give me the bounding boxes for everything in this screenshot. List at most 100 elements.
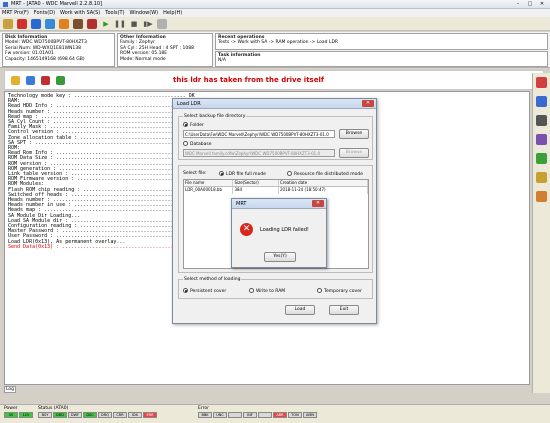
play-icon[interactable]: ▶	[101, 19, 111, 29]
col-file-name[interactable]: File name	[184, 180, 234, 186]
load-ldr-title: Load LDR	[177, 101, 201, 107]
tool-icon-r6[interactable]	[536, 172, 547, 183]
undo-icon[interactable]	[536, 77, 547, 88]
maximize-button[interactable]: □	[524, 1, 536, 7]
status-dsc: DSC	[83, 412, 97, 418]
tool-icon-5[interactable]	[59, 18, 69, 29]
status-crr: CRR	[113, 412, 127, 418]
menu-tools[interactable]: Tools(T)	[105, 10, 124, 16]
load-ldr-titlebar: Load LDR ✕	[173, 99, 376, 109]
tool-icon-r4[interactable]	[536, 134, 547, 145]
database-radio[interactable]	[183, 141, 188, 146]
backup-group-title: Select backup file directory	[183, 114, 247, 119]
log-tool-icon-2[interactable]	[26, 75, 35, 85]
annotation-strip: this ldr has taken from the drive itself	[4, 70, 544, 90]
browse-database-button: Browse	[339, 148, 369, 158]
status-idx: IDX	[128, 412, 142, 418]
temporary-cover-option[interactable]: Temporary cover	[317, 288, 362, 294]
browse-folder-button[interactable]: Browse	[339, 129, 369, 139]
method-group-title: Select method of loading	[183, 277, 242, 282]
minimize-button[interactable]: –	[512, 1, 524, 7]
resource-mode-option[interactable]: Resource file distributed mode	[287, 171, 363, 177]
task-info-panel: Task information N/A	[215, 51, 548, 67]
status-bsy: BSY	[38, 412, 52, 418]
select-file-label: Select file:	[183, 171, 207, 176]
resource-mode-radio[interactable]	[287, 171, 292, 176]
folder-radio[interactable]	[183, 122, 188, 127]
menu-help[interactable]: Help(H)	[163, 10, 182, 16]
error-abr: ABR	[273, 412, 287, 418]
load-ldr-close-button[interactable]: ✕	[362, 100, 374, 107]
error-amn: AMN	[303, 412, 317, 418]
app-icon	[3, 1, 8, 7]
error-unc: UNC	[213, 412, 227, 418]
status-drd: DRD	[53, 412, 67, 418]
folder-path-field[interactable]: C:\UserData\Fw\WDC Marvell\Zephyr\WDC WD…	[183, 130, 335, 138]
toolbar: ▶ ❚❚ ■ ▮▶	[0, 17, 550, 31]
persistent-cover-radio[interactable]	[183, 288, 188, 293]
tool-icon-6[interactable]	[73, 18, 83, 29]
recent-ops-panel: Recent operations Tests -> Work with SA …	[215, 33, 548, 50]
load-button[interactable]: Load	[285, 305, 315, 315]
skip-icon[interactable]: ▮▶	[143, 19, 153, 29]
log-tool-icon-3[interactable]	[41, 75, 50, 85]
status-dwf: DWF	[68, 412, 82, 418]
file-size-cell: 384	[233, 187, 279, 194]
write-ram-option[interactable]: Write to RAM	[249, 288, 285, 294]
table-row[interactable]: LDR_00A00018.bb 384 2018-11-24 (18:50:47…	[184, 187, 368, 194]
pause-icon[interactable]: ❚❚	[114, 19, 126, 29]
recent-ops-line: Tests -> Work with SA -> RAM operation -…	[218, 40, 339, 45]
error-inf: INF	[243, 412, 257, 418]
close-button[interactable]: ✕	[536, 1, 548, 7]
annotation-text: this ldr has taken from the drive itself	[173, 76, 324, 84]
col-size[interactable]: Size(Sector)	[233, 180, 279, 186]
error-ok-button[interactable]: Yes(Y)	[264, 252, 296, 262]
error-blank-2	[258, 412, 272, 418]
disk-capacity: Capacity: 1465149168 (698.64 GB)	[5, 56, 85, 62]
error-ton: TON	[288, 412, 302, 418]
redo-icon[interactable]	[536, 96, 547, 107]
tool-icon-r3[interactable]	[536, 115, 547, 126]
database-option[interactable]: Database	[183, 141, 211, 147]
log-tool-icon-4[interactable]	[56, 75, 65, 85]
file-name-cell: LDR_00A00018.bb	[184, 187, 234, 194]
window-title: MRT - [ATA0 - WDC Marvell 2.2.8.10]	[11, 1, 103, 7]
log-tab[interactable]: Log	[4, 386, 16, 393]
info-bar: Disk Information Model: WDC WD7500BPVT-8…	[0, 32, 550, 68]
ldr-full-mode-option[interactable]: LDR file full mode	[219, 171, 266, 177]
folder-option[interactable]: Folder	[183, 122, 204, 128]
tool-icon-3[interactable]	[31, 18, 41, 29]
menu-window[interactable]: Window(W)	[130, 10, 159, 16]
col-date[interactable]: Creation date	[279, 180, 368, 186]
title-bar: MRT - [ATA0 - WDC Marvell 2.2.8.10] – □ …	[0, 0, 550, 9]
status-drq: DRQ	[98, 412, 112, 418]
temporary-cover-radio[interactable]	[317, 288, 322, 293]
error-message: Loading LDR failed!	[260, 227, 309, 233]
tool-icon-8[interactable]	[157, 18, 167, 29]
tool-icon-7[interactable]	[87, 18, 97, 29]
menu-mrt-pro[interactable]: MRT Pro(F)	[2, 10, 29, 16]
status-bar: Power 5V 12V Status (ATA0) BSY DRD DWF D…	[0, 404, 550, 423]
write-ram-radio[interactable]	[249, 288, 254, 293]
menu-fonts[interactable]: Fonts(D)	[34, 10, 55, 16]
menu-work-with-sa[interactable]: Work with SA(S)	[60, 10, 100, 16]
exit-button[interactable]: Exit	[329, 305, 359, 315]
tool-icon-1[interactable]	[3, 18, 13, 29]
database-path-field: WDC Marvell family.cdfw\Zephyr\WDC WD750…	[183, 149, 335, 157]
log-tool-icon-1[interactable]	[11, 75, 20, 85]
tool-icon-2[interactable]	[17, 18, 27, 29]
error-dialog: MRT ✕ ✕ Loading LDR failed! Yes(Y)	[231, 198, 327, 268]
method-group: Select method of loading Persistent cove…	[178, 277, 373, 299]
other-mode: Mode: Normal mode	[120, 56, 166, 62]
status-label: Status (ATA0)	[38, 406, 69, 411]
ldr-full-mode-radio[interactable]	[219, 171, 224, 176]
other-info-panel: Other Information Family : Zephyr SA Cyl…	[117, 33, 213, 67]
stop-icon[interactable]: ■	[129, 19, 139, 29]
disk-info-panel: Disk Information Model: WDC WD7500BPVT-8…	[2, 33, 115, 67]
tool-icon-r5[interactable]	[536, 153, 547, 164]
tool-icon-r7[interactable]	[536, 191, 547, 202]
error-dialog-titlebar: MRT ✕	[232, 199, 326, 209]
error-dialog-close-button[interactable]: ✕	[312, 200, 324, 207]
persistent-cover-option[interactable]: Persistent cover	[183, 288, 226, 294]
tool-icon-4[interactable]	[45, 18, 55, 29]
